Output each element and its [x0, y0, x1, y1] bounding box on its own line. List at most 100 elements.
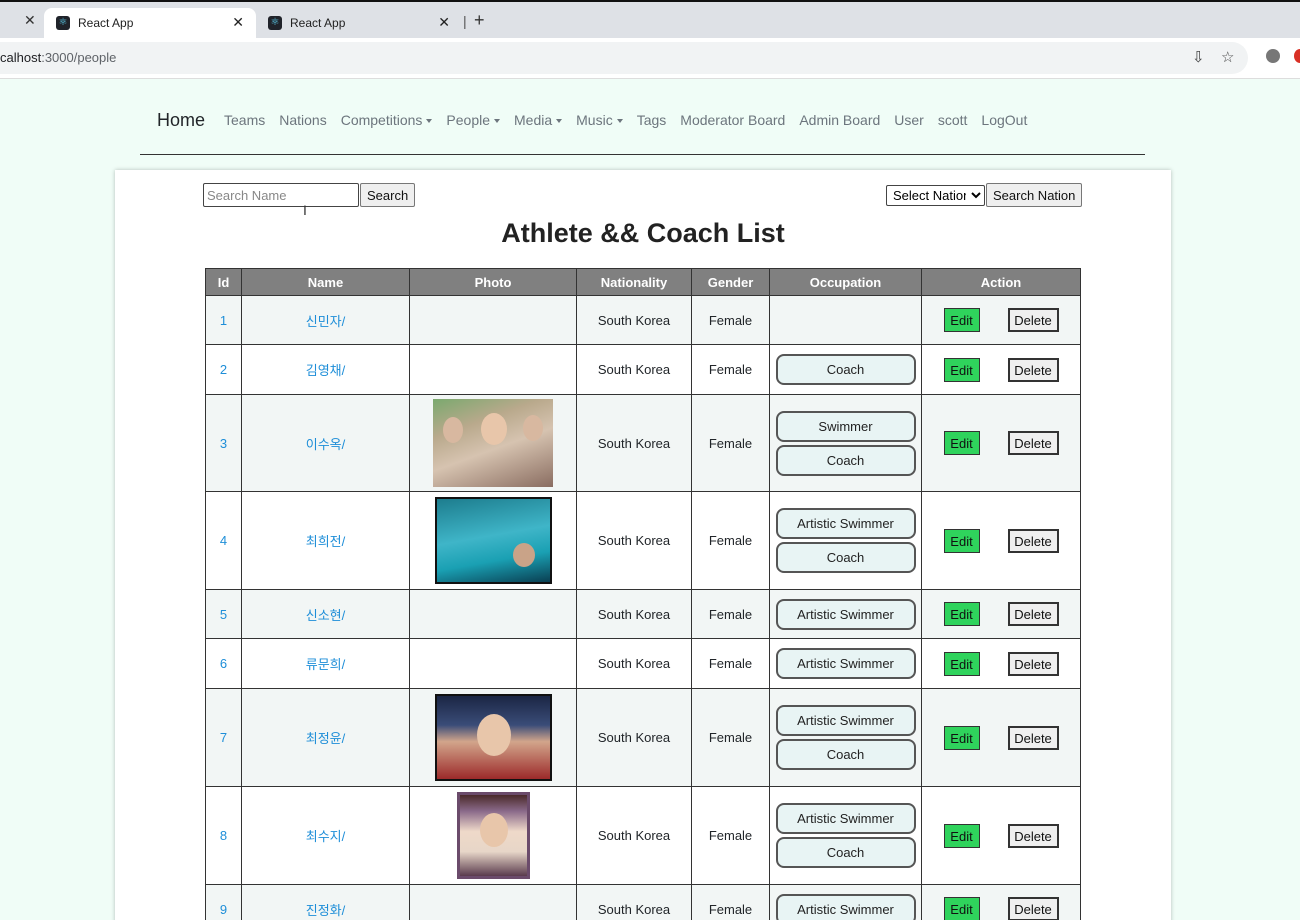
- athlete-photo: [434, 497, 552, 584]
- occupation-badge[interactable]: Coach: [775, 444, 916, 476]
- nav-link-logout[interactable]: LogOut: [981, 112, 1027, 128]
- athlete-photo: [456, 792, 530, 879]
- occupation-badge[interactable]: Artistic Swimmer: [775, 508, 916, 539]
- extension-icon[interactable]: [1266, 49, 1280, 63]
- row-name-link[interactable]: 이수옥/: [241, 394, 410, 492]
- occupation-badge[interactable]: Artistic Swimmer: [775, 648, 916, 679]
- occupation-badge[interactable]: Coach: [775, 739, 916, 770]
- url-field[interactable]: calhost:3000/people: [0, 42, 1248, 74]
- delete-button[interactable]: Delete: [1007, 602, 1059, 626]
- row-name-link[interactable]: 김영채/: [241, 344, 410, 395]
- nav-link-tags[interactable]: Tags: [637, 112, 667, 128]
- edit-button[interactable]: Edit: [943, 308, 980, 332]
- row-id[interactable]: 2: [205, 344, 242, 395]
- close-icon[interactable]: ✕: [232, 14, 244, 31]
- row-gender: Female: [691, 344, 770, 395]
- delete-button[interactable]: Delete: [1007, 651, 1059, 676]
- nav-link-user[interactable]: User: [894, 112, 924, 128]
- row-name-link[interactable]: 류문희/: [241, 638, 410, 689]
- search-nation-button[interactable]: Search Nation: [986, 183, 1083, 207]
- occupation-badge[interactable]: Swimmer: [775, 410, 916, 442]
- occupation-badge[interactable]: Artistic Swimmer: [775, 705, 916, 736]
- row-id[interactable]: 4: [205, 491, 242, 590]
- search-button[interactable]: Search: [360, 183, 416, 207]
- row-id[interactable]: 7: [205, 688, 242, 787]
- occupation-badge[interactable]: Coach: [775, 542, 916, 573]
- delete-button[interactable]: Delete: [1007, 431, 1059, 455]
- delete-button[interactable]: Delete: [1007, 357, 1059, 382]
- row-id[interactable]: 5: [205, 589, 242, 639]
- bookmark-star-icon[interactable]: ☆: [1221, 48, 1234, 66]
- row-id[interactable]: 6: [205, 638, 242, 689]
- nav-link-profile[interactable]: scott: [938, 112, 968, 128]
- nav-dropdown-people[interactable]: People: [446, 112, 500, 128]
- row-name-link[interactable]: 최수지/: [241, 786, 410, 885]
- row-actions: Edit Delete: [921, 491, 1081, 590]
- delete-button[interactable]: Delete: [1007, 897, 1059, 920]
- occupation-badge[interactable]: Coach: [775, 837, 916, 868]
- col-header-name[interactable]: Name: [241, 268, 410, 296]
- row-photo-empty: [409, 884, 577, 920]
- row-actions: Edit Delete: [921, 589, 1081, 639]
- nav-link-teams[interactable]: Teams: [224, 112, 265, 128]
- table-row: 2 김영채/ South Korea Female Coach Edit Dele…: [205, 344, 1081, 395]
- edit-button[interactable]: Edit: [943, 725, 980, 750]
- row-gender: Female: [691, 688, 770, 787]
- delete-button[interactable]: Delete: [1007, 725, 1059, 750]
- nav-link-admin-board[interactable]: Admin Board: [799, 112, 880, 128]
- edit-button[interactable]: Edit: [943, 357, 980, 382]
- nav-home-brand[interactable]: Home: [157, 110, 205, 131]
- delete-button[interactable]: Delete: [1007, 823, 1059, 848]
- occupation-badge[interactable]: Artistic Swimmer: [775, 803, 916, 834]
- occupation-badge[interactable]: Artistic Swimmer: [775, 598, 916, 630]
- row-id[interactable]: 3: [205, 394, 242, 492]
- row-occupations: Artistic Swimmer Coach: [769, 786, 922, 885]
- edit-button[interactable]: Edit: [943, 602, 980, 626]
- close-icon[interactable]: ✕: [438, 14, 450, 31]
- nation-select[interactable]: Select Nation: [886, 185, 985, 206]
- install-app-icon[interactable]: ⇩: [1192, 48, 1205, 66]
- search-name-input[interactable]: [203, 183, 359, 207]
- row-gender: Female: [691, 786, 770, 885]
- row-name-link[interactable]: 최희전/: [241, 491, 410, 590]
- profile-icon[interactable]: [1294, 49, 1300, 63]
- edit-button[interactable]: Edit: [943, 528, 980, 553]
- row-occupations: Artistic Swimmer: [769, 589, 922, 639]
- edit-button[interactable]: Edit: [943, 431, 980, 455]
- col-header-id[interactable]: Id: [205, 268, 242, 296]
- row-id[interactable]: 1: [205, 295, 242, 345]
- delete-button[interactable]: Delete: [1007, 528, 1059, 553]
- col-header-occupation[interactable]: Occupation: [769, 268, 922, 296]
- new-tab-plus-icon[interactable]: +: [474, 10, 485, 31]
- row-id[interactable]: 8: [205, 786, 242, 885]
- occupation-badge[interactable]: Coach: [775, 354, 916, 385]
- react-icon: ⚛: [56, 16, 70, 30]
- row-name-link[interactable]: 최정윤/: [241, 688, 410, 787]
- col-header-nationality[interactable]: Nationality: [576, 268, 692, 296]
- nav-dropdown-competitions[interactable]: Competitions: [341, 112, 433, 128]
- row-id[interactable]: 9: [205, 884, 242, 920]
- nav-dropdown-music[interactable]: Music: [576, 112, 623, 128]
- edit-button[interactable]: Edit: [943, 823, 980, 848]
- nav-link-moderator-board[interactable]: Moderator Board: [680, 112, 785, 128]
- occupation-badge[interactable]: Artistic Swimmer: [775, 893, 916, 920]
- nav-dropdown-media[interactable]: Media: [514, 112, 562, 128]
- col-header-action[interactable]: Action: [921, 268, 1081, 296]
- row-name-link[interactable]: 진정화/: [241, 884, 410, 920]
- nav-link-nations[interactable]: Nations: [279, 112, 326, 128]
- browser-tab[interactable]: ⚛ React App ✕: [256, 8, 462, 40]
- row-name-link[interactable]: 신민자/: [241, 295, 410, 345]
- edit-button[interactable]: Edit: [943, 651, 980, 676]
- col-header-photo[interactable]: Photo: [409, 268, 577, 296]
- delete-button[interactable]: Delete: [1007, 308, 1059, 332]
- col-header-gender[interactable]: Gender: [691, 268, 770, 296]
- browser-tab-active[interactable]: ⚛ React App ✕: [44, 8, 256, 40]
- row-occupations: Swimmer Coach: [769, 394, 922, 492]
- row-occupations: Artistic Swimmer: [769, 638, 922, 689]
- people-card: Search I Select Nation Search Nation Ath…: [115, 170, 1171, 920]
- row-name-link[interactable]: 신소현/: [241, 589, 410, 639]
- edit-button[interactable]: Edit: [943, 897, 980, 920]
- app-navbar: Home Teams Nations Competitions People M…: [140, 98, 1145, 155]
- page-title: Athlete && Coach List: [501, 218, 785, 248]
- close-icon[interactable]: ✕: [24, 12, 36, 29]
